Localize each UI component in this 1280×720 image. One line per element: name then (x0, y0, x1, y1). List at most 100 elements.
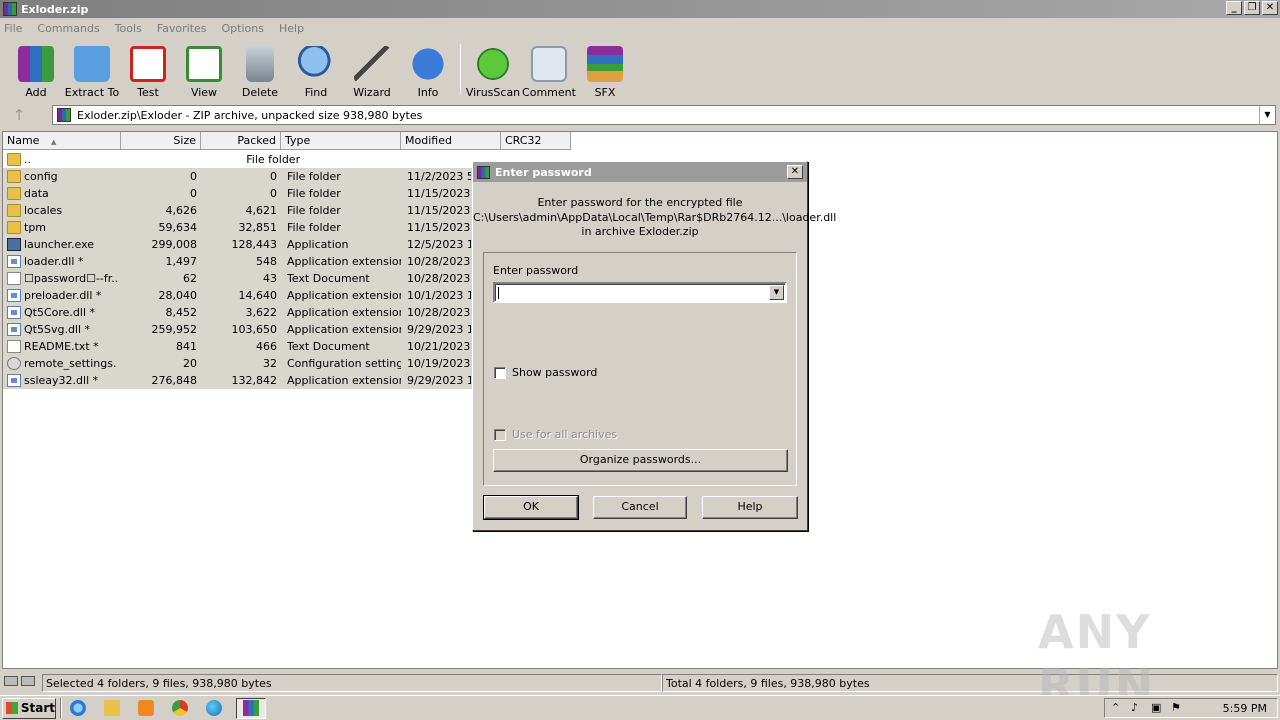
file-row[interactable]: tpm 59,634 32,851 File folder 11/15/2023 4 (3, 219, 473, 236)
trash-icon (246, 46, 274, 82)
address-field[interactable]: Exloder.zip\Exloder - ZIP archive, unpac… (52, 105, 1276, 125)
file-name-cell: locales (3, 204, 121, 217)
file-type-cell: Configuration settings (287, 357, 401, 370)
chrome-icon[interactable] (168, 698, 192, 718)
file-row[interactable]: ssleay32.dll * 276,848 132,842 Application … (3, 372, 473, 389)
tray-expand-icon[interactable]: ⌃ (1111, 702, 1123, 714)
wand-icon (354, 46, 390, 82)
file-row[interactable]: data 0 0 File folder 11/15/2023 4 (3, 185, 473, 202)
wizard-button[interactable]: Wizard (344, 40, 400, 100)
file-modified-cell: 10/28/2023 3 (407, 306, 471, 319)
col-name[interactable]: Name ▲ (3, 132, 121, 150)
edge-icon[interactable] (202, 698, 226, 718)
dialog-title: Enter password (495, 165, 592, 179)
file-row[interactable]: locales 4,626 4,621 File folder 11/15/2023 4 (3, 202, 473, 219)
file-row[interactable]: preloader.dll * 28,040 14,640 Application e… (3, 287, 473, 304)
view-button[interactable]: View (176, 40, 232, 100)
show-password-checkbox[interactable] (494, 366, 506, 379)
file-packed-cell: 0 (270, 170, 277, 183)
network-icon[interactable]: ▣ (1151, 702, 1163, 714)
chevron-down-icon[interactable]: ▼ (769, 285, 784, 300)
ok-button[interactable]: OK (483, 495, 579, 520)
extract-to-button[interactable]: Extract To (64, 40, 120, 100)
start-button[interactable]: Start (2, 697, 56, 719)
menu-favorites[interactable]: Favorites (157, 22, 207, 35)
explorer-icon[interactable] (100, 698, 124, 718)
dialog-close-button[interactable]: ✕ (787, 165, 803, 179)
file-modified-cell: 10/28/2023 3 (407, 255, 471, 268)
file-rows: .. File folder config 0 0 File folder 11/2/202… (3, 151, 473, 389)
file-row[interactable]: .. File folder (3, 151, 403, 168)
menu-tools[interactable]: Tools (115, 22, 142, 35)
col-packed[interactable]: Packed (201, 132, 281, 150)
help-button[interactable]: Help (702, 496, 798, 519)
file-type-cell: File folder (287, 187, 341, 200)
menu-file[interactable]: File (4, 22, 22, 35)
dll-icon (7, 374, 21, 387)
file-row[interactable]: launcher.exe 299,008 128,443 Application 12/… (3, 236, 473, 253)
drive-icon[interactable] (4, 676, 18, 686)
file-packed-cell: 103,650 (231, 323, 278, 336)
file-type-cell: Application extension (287, 306, 401, 319)
col-type[interactable]: Type (281, 132, 401, 150)
clock[interactable]: 5:59 PM (1223, 702, 1267, 715)
file-row[interactable]: ☐password☐--fr... 62 43 Text Document 10/28/… (3, 270, 473, 287)
file-type-cell: Application (287, 238, 349, 251)
file-modified-cell: 10/19/2023 8 (407, 357, 471, 370)
menu-commands[interactable]: Commands (37, 22, 99, 35)
file-row[interactable]: Qt5Svg.dll * 259,952 103,650 Application ex… (3, 321, 473, 338)
cancel-button[interactable]: Cancel (593, 496, 687, 519)
delete-button[interactable]: Delete (232, 40, 288, 100)
file-row[interactable]: config 0 0 File folder 11/2/2023 5: (3, 168, 473, 185)
file-size-cell: 1,497 (165, 255, 198, 268)
col-crc32[interactable]: CRC32 (501, 132, 571, 150)
file-modified-cell: 10/21/2023 7 (407, 340, 471, 353)
file-row[interactable]: loader.dll * 1,497 548 Application extensio… (3, 253, 473, 270)
volume-icon[interactable]: ♪ (1131, 702, 1143, 714)
key-icon[interactable] (21, 676, 35, 686)
ie-icon[interactable] (66, 698, 90, 718)
col-modified[interactable]: Modified (401, 132, 501, 150)
restore-button[interactable]: ❐ (1244, 1, 1260, 15)
file-name-cell: tpm (3, 221, 121, 234)
close-button[interactable]: ✕ (1262, 1, 1278, 15)
media-player-icon[interactable] (134, 698, 158, 718)
file-name-cell: remote_settings.i... (3, 357, 121, 370)
chevron-down-icon[interactable]: ▼ (1259, 106, 1275, 124)
flag-icon[interactable]: ⚑ (1171, 702, 1183, 714)
password-input[interactable]: ▼ (493, 282, 787, 303)
file-packed-cell: 0 (270, 187, 277, 200)
winrar-task-button[interactable] (236, 697, 266, 719)
taskbar: Start ⌃ ♪ ▣ ⚑ 5:59 PM (0, 695, 1280, 720)
file-modified-cell: 11/2/2023 5: (407, 170, 471, 183)
file-modified-cell: 9/29/2023 10 (407, 323, 471, 336)
organize-passwords-button[interactable]: Organize passwords... (493, 449, 788, 472)
info-button[interactable]: Info (400, 40, 456, 100)
window-titlebar: Exloder.zip _ ❐ ✕ (0, 0, 1280, 18)
file-modified-cell: 11/15/2023 4 (407, 204, 471, 217)
add-archive-icon (18, 46, 54, 82)
file-row[interactable]: README.txt * 841 466 Text Document 10/21/202… (3, 338, 473, 355)
show-password-row[interactable]: Show password (494, 366, 597, 379)
col-size[interactable]: Size (121, 132, 201, 150)
up-arrow-icon[interactable]: ↑ (0, 104, 38, 126)
menu-options[interactable]: Options (222, 22, 264, 35)
sfx-button[interactable]: SFX (577, 40, 633, 100)
file-row[interactable]: remote_settings.i... 20 32 Configuration se… (3, 355, 473, 372)
test-button[interactable]: Test (120, 40, 176, 100)
bug-icon (475, 46, 511, 82)
extract-folder-icon (74, 46, 110, 82)
find-button[interactable]: Find (288, 40, 344, 100)
menu-help[interactable]: Help (279, 22, 304, 35)
add-button[interactable]: Add (8, 40, 64, 100)
txt-icon (7, 272, 21, 285)
minimize-button[interactable]: _ (1226, 1, 1242, 15)
sfx-box-icon (587, 46, 623, 82)
file-row[interactable]: Qt5Core.dll * 8,452 3,622 Application exten… (3, 304, 473, 321)
use-all-archives-checkbox (494, 428, 506, 441)
file-type-cell: File folder (287, 221, 341, 234)
virusscan-button[interactable]: VirusScan (465, 40, 521, 100)
file-size-cell: 59,634 (158, 221, 198, 234)
test-checklist-icon (130, 46, 166, 82)
comment-button[interactable]: Comment (521, 40, 577, 100)
